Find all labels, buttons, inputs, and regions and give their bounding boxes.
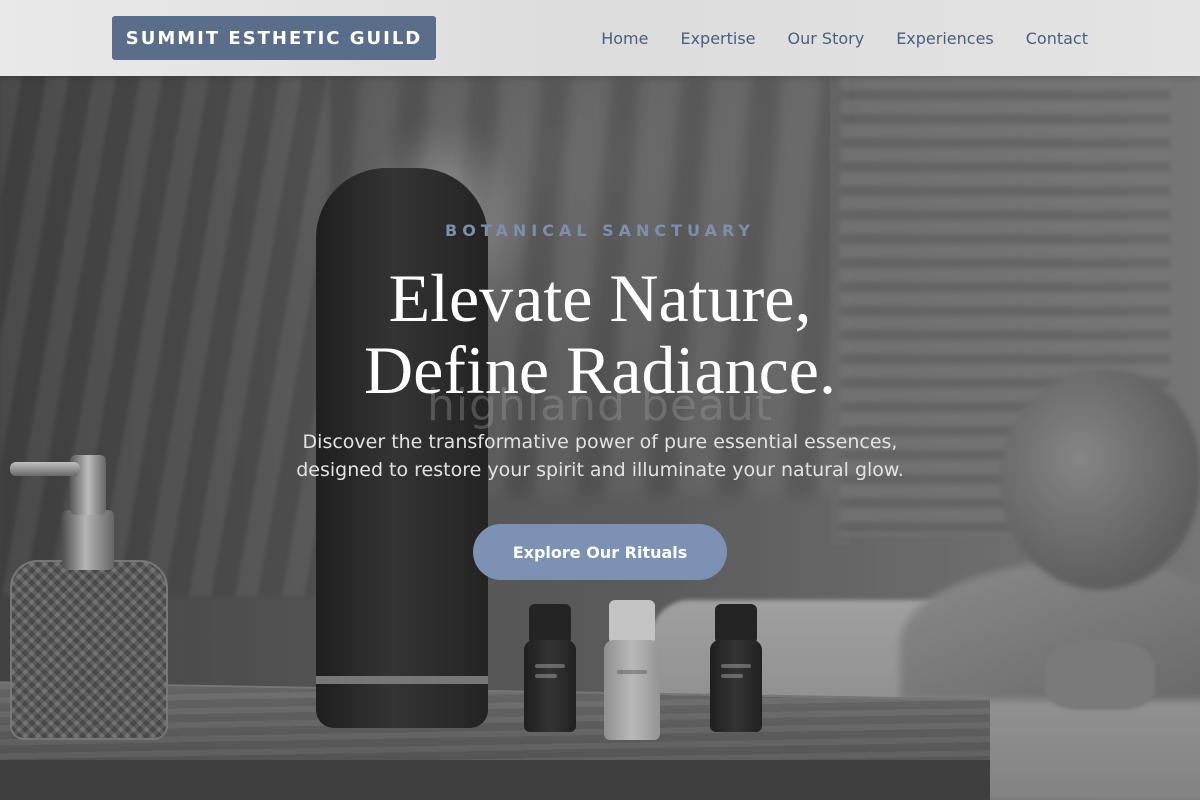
nav-link-home[interactable]: Home [601, 29, 648, 48]
brand-logo[interactable]: SUMMIT ESTHETIC GUILD [112, 16, 436, 60]
nav-link-experiences[interactable]: Experiences [896, 29, 994, 48]
nav-link-contact[interactable]: Contact [1026, 29, 1088, 48]
hero-subtitle-line-1: Discover the transformative power of pur… [302, 431, 898, 453]
nav-link-expertise[interactable]: Expertise [680, 29, 755, 48]
hero-headline-line-1: Elevate Nature, [388, 260, 812, 336]
hero-headline: Elevate Nature, Define Radiance. [0, 262, 1200, 406]
nav-link-our-story[interactable]: Our Story [788, 29, 865, 48]
hero-subtitle: Discover the transformative power of pur… [250, 428, 950, 484]
site-header: SUMMIT ESTHETIC GUILD Home Expertise Our… [0, 0, 1200, 76]
hero-subtitle-line-2: designed to restore your spirit and illu… [296, 459, 904, 481]
explore-rituals-button[interactable]: Explore Our Rituals [473, 524, 727, 580]
hero-headline-line-2: Define Radiance. [364, 332, 836, 408]
main-nav: Home Expertise Our Story Experiences Con… [601, 0, 1088, 76]
hero-eyebrow: BOTANICAL SANCTUARY [445, 221, 755, 240]
